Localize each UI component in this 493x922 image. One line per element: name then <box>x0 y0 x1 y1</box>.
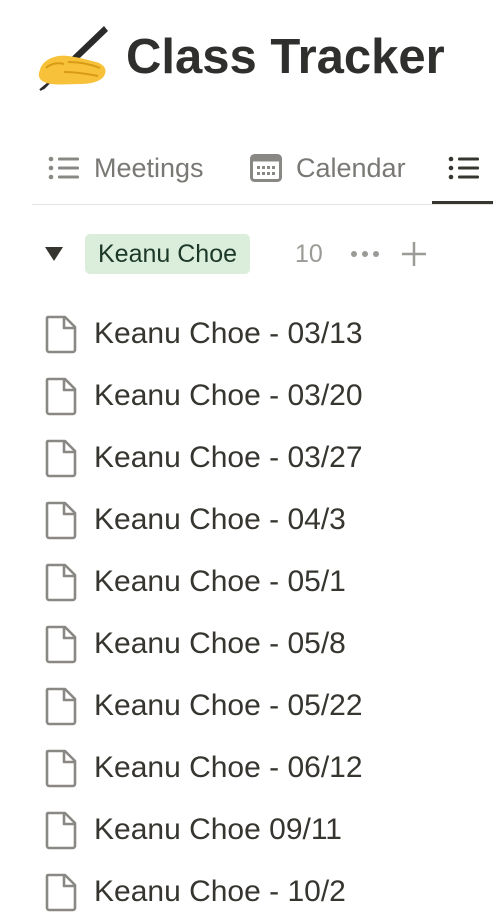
page-icon <box>45 873 77 912</box>
list-item[interactable]: Keanu Choe - 04/3 <box>44 491 484 549</box>
page-icon <box>45 501 77 540</box>
tab-list-active[interactable] <box>448 146 480 190</box>
list-icon <box>48 156 79 180</box>
list-item[interactable]: Keanu Choe - 03/27 <box>44 429 484 487</box>
list-item-title: Keanu Choe - 05/8 <box>94 627 346 660</box>
page-icon <box>45 439 77 478</box>
page-header: Class Tracker <box>34 22 445 92</box>
list-item-title: Keanu Choe 09/11 <box>94 813 342 846</box>
writing-hand-icon <box>38 26 108 91</box>
group-header: Keanu Choe 10 <box>42 234 482 274</box>
more-options-icon[interactable] <box>349 242 383 266</box>
view-tabs: Meetings Calendar <box>0 138 493 206</box>
list-item-title: Keanu Choe - 05/1 <box>94 565 346 598</box>
group-count: 10 <box>295 240 323 268</box>
triangle-down-icon[interactable] <box>42 242 66 266</box>
calendar-icon <box>250 154 282 182</box>
list-item[interactable]: Keanu Choe - 03/13 <box>44 305 484 363</box>
list-item-title: Keanu Choe - 05/22 <box>94 689 363 722</box>
tab-meetings[interactable]: Meetings <box>48 146 204 190</box>
list-item-title: Keanu Choe - 03/27 <box>94 441 363 474</box>
plus-icon[interactable] <box>400 240 428 268</box>
page-icon <box>45 625 77 664</box>
tabs-divider <box>32 204 493 205</box>
list-item[interactable]: Keanu Choe - 10/2 <box>44 863 484 921</box>
page-icon <box>45 377 77 416</box>
list-item[interactable]: Keanu Choe - 06/12 <box>44 739 484 797</box>
page-icon <box>45 563 77 602</box>
list-item[interactable]: Keanu Choe 09/11 <box>44 801 484 859</box>
page-icon <box>45 811 77 850</box>
list-item[interactable]: Keanu Choe - 05/22 <box>44 677 484 735</box>
list-icon <box>448 156 479 180</box>
list-item-title: Keanu Choe - 06/12 <box>94 751 363 784</box>
page-icon <box>45 687 77 726</box>
page-icon <box>45 749 77 788</box>
list-item[interactable]: Keanu Choe - 05/1 <box>44 553 484 611</box>
page-title: Class Tracker <box>126 29 445 84</box>
list-item-title: Keanu Choe - 03/20 <box>94 379 363 412</box>
tab-label: Calendar <box>296 152 406 183</box>
list-item-title: Keanu Choe - 04/3 <box>94 503 346 536</box>
group-tag[interactable]: Keanu Choe <box>85 234 251 274</box>
list-item[interactable]: Keanu Choe - 05/8 <box>44 615 484 673</box>
tab-label: Meetings <box>94 152 204 183</box>
list-item-title: Keanu Choe - 10/2 <box>94 875 346 908</box>
page-icon <box>45 315 77 354</box>
tab-calendar[interactable]: Calendar <box>250 146 406 190</box>
list-item-title: Keanu Choe - 03/13 <box>94 317 363 350</box>
list-item[interactable]: Keanu Choe - 03/20 <box>44 367 484 425</box>
